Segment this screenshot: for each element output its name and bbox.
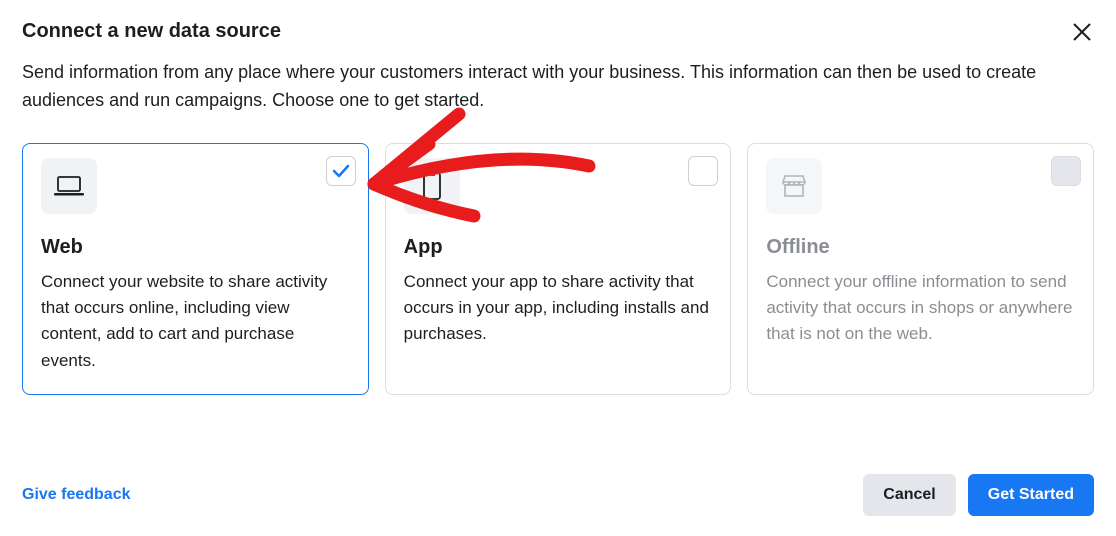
source-cards: Web Connect your website to share activi… [22, 143, 1094, 395]
close-icon[interactable] [1070, 20, 1094, 46]
footer-buttons: Cancel Get Started [863, 474, 1094, 516]
give-feedback-link[interactable]: Give feedback [22, 486, 131, 504]
card-offline[interactable]: Offline Connect your offline information… [747, 143, 1094, 395]
card-app-desc: Connect your app to share activity that … [404, 269, 713, 348]
phone-icon [404, 158, 460, 214]
modal-title: Connect a new data source [22, 20, 281, 43]
modal-footer: Give feedback Cancel Get Started [22, 474, 1094, 516]
card-offline-title: Offline [766, 236, 1075, 259]
store-icon [766, 158, 822, 214]
laptop-icon [41, 158, 97, 214]
checkbox-web[interactable] [326, 156, 356, 186]
modal-subtitle: Send information from any place where yo… [22, 59, 1082, 115]
card-app-title: App [404, 236, 713, 259]
card-app[interactable]: App Connect your app to share activity t… [385, 143, 732, 395]
checkbox-offline [1051, 156, 1081, 186]
get-started-button[interactable]: Get Started [968, 474, 1094, 516]
checkbox-app[interactable] [688, 156, 718, 186]
card-offline-desc: Connect your offline information to send… [766, 269, 1075, 348]
cancel-button[interactable]: Cancel [863, 474, 955, 516]
card-web-desc: Connect your website to share activity t… [41, 269, 350, 374]
card-web-title: Web [41, 236, 350, 259]
card-web[interactable]: Web Connect your website to share activi… [22, 143, 369, 395]
